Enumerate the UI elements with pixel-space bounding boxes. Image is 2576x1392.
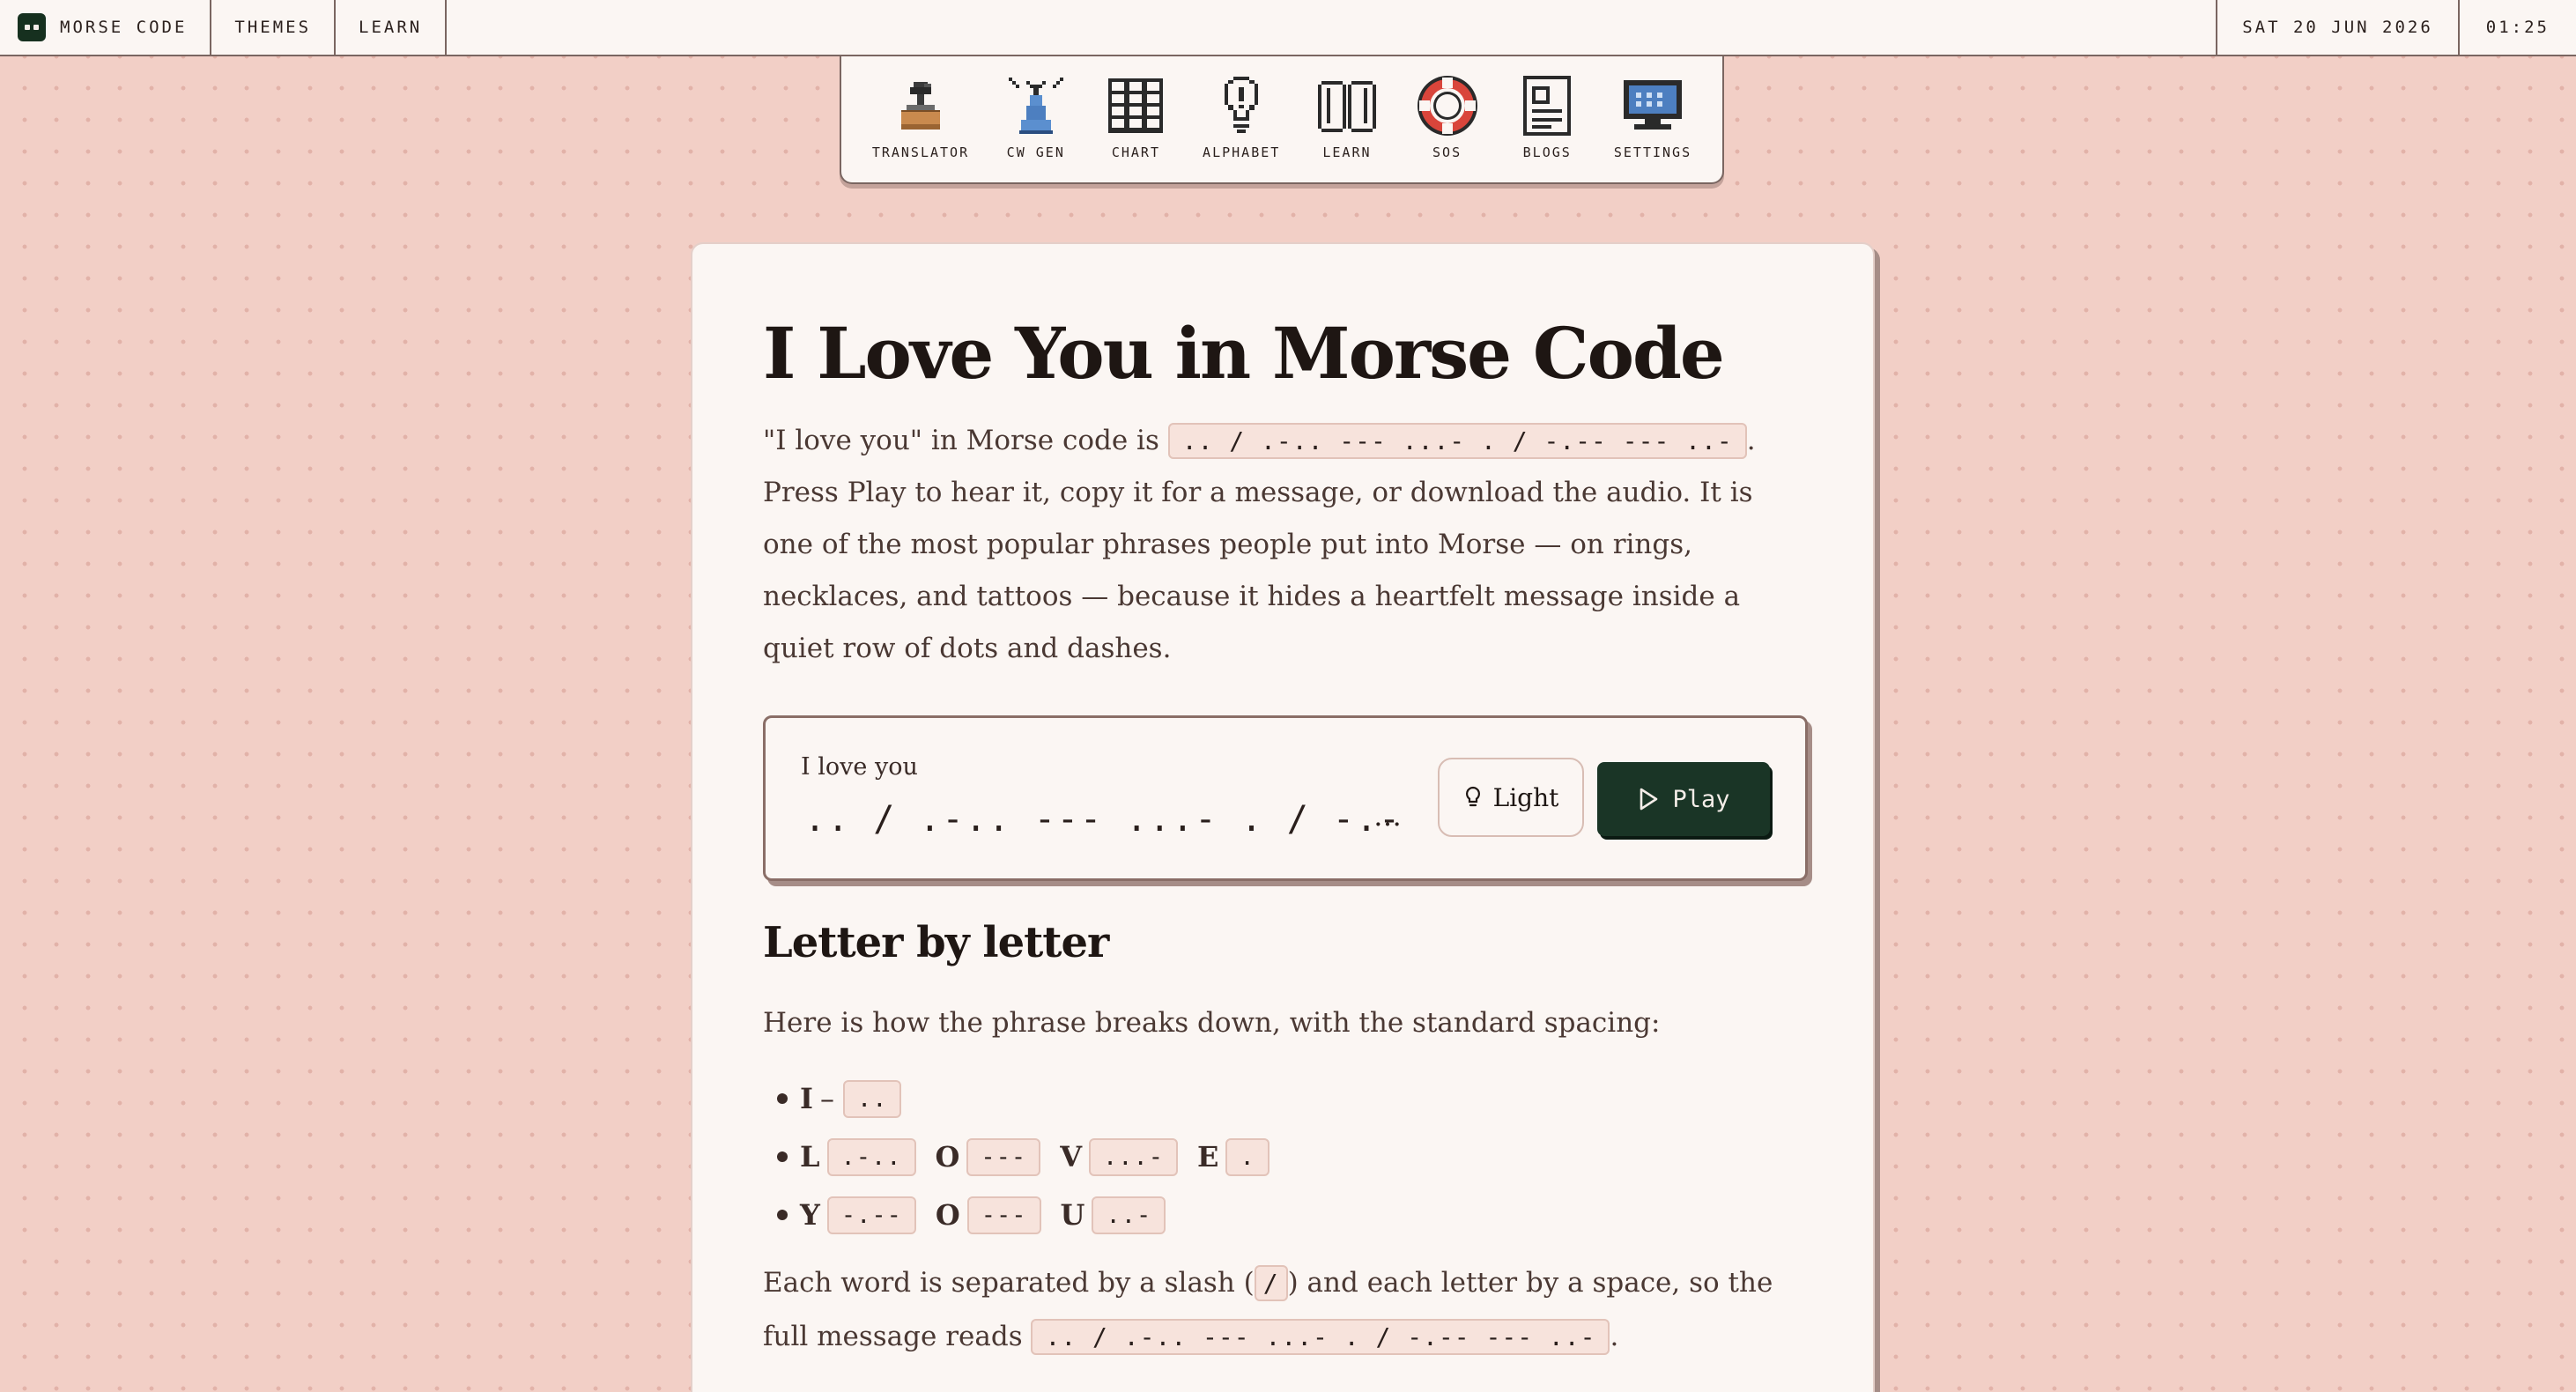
nav-link-themes[interactable]: THEMES — [211, 0, 337, 55]
clock-display: 01:25 — [2460, 0, 2576, 55]
list-item: I – .. — [777, 1070, 1802, 1128]
letter: V — [1060, 1140, 1083, 1174]
open-book-icon — [1314, 72, 1381, 139]
letter: I — [800, 1082, 813, 1115]
document-icon — [1514, 72, 1580, 139]
slash-code: / — [1254, 1265, 1288, 1301]
tool-dock: TRANSLATOR CW GEN CHART ALPHABET LEARN S… — [840, 56, 1724, 184]
dock-label: CHART — [1111, 144, 1160, 160]
list-item: Y -.-- O --- U ..- — [777, 1186, 1802, 1244]
intro-text: . Press Play to hear it, copy it for a m… — [763, 425, 1756, 664]
outro-text: Each word is separated by a slash ( — [763, 1267, 1255, 1299]
letter: U — [1060, 1198, 1085, 1232]
breakdown-outro: Each word is separated by a slash (/) an… — [763, 1256, 1802, 1364]
letter-code: .. — [842, 1079, 902, 1118]
list-item: L .-.. O --- V ...- E . — [777, 1128, 1802, 1186]
dock-label: SETTINGS — [1613, 144, 1692, 160]
telegraph-key-icon — [887, 72, 954, 139]
dock-item-learn[interactable]: LEARN — [1314, 72, 1381, 160]
letter-code: .-.. — [826, 1137, 916, 1176]
dock-item-chart[interactable]: CHART — [1102, 72, 1169, 160]
player-morse-output[interactable]: .. / .-.. --- ...- . / -.-- — [804, 799, 1403, 840]
letter-code: --- — [966, 1137, 1041, 1176]
nav-link-label: LEARN — [359, 18, 423, 37]
player-input-label: I love you — [801, 753, 918, 781]
morse-code-inline[interactable]: .. / .-.. --- ...- . / -.-- --- ..- — [1167, 423, 1747, 459]
letter-list: I – .. L .-.. O --- V ...- E . Y -.-- O … — [763, 1070, 1802, 1244]
dock-label: CW GEN — [1006, 144, 1065, 160]
breakdown-intro: Here is how the phrase breaks down, with… — [763, 1007, 1661, 1039]
bullet-dot — [777, 1210, 788, 1220]
dock-item-alphabet[interactable]: ALPHABET — [1203, 72, 1280, 160]
letter-code: ...- — [1089, 1137, 1179, 1176]
overflow-ellipsis: … — [1373, 799, 1402, 833]
letter-code: ..- — [1092, 1196, 1166, 1234]
dock-item-blogs[interactable]: BLOGS — [1514, 72, 1580, 160]
dock-label: LEARN — [1322, 144, 1372, 160]
dock-item-sos[interactable]: SOS — [1414, 72, 1481, 160]
date-text: SAT 20 JUN 2026 — [2242, 18, 2433, 37]
dock-item-translator[interactable]: TRANSLATOR — [872, 72, 969, 160]
letter-code: -.-- — [826, 1196, 916, 1234]
letter-code: --- — [966, 1196, 1041, 1234]
letter: L — [800, 1140, 820, 1174]
morse-logo-icon — [18, 13, 46, 41]
letter: O — [935, 1140, 960, 1174]
full-message-code[interactable]: .. / .-.. --- ...- . / -.-- --- ..- — [1031, 1319, 1610, 1355]
brand-name: MORSE CODE — [60, 18, 188, 37]
date-display: SAT 20 JUN 2026 — [2217, 0, 2460, 55]
section-heading: Letter by letter — [763, 918, 1109, 967]
bullet-dot — [777, 1151, 788, 1162]
top-bar-spacer — [447, 0, 2218, 55]
lightbulb-icon — [1208, 72, 1275, 139]
dock-label: SOS — [1432, 144, 1462, 160]
dock-item-settings[interactable]: SETTINGS — [1614, 72, 1691, 160]
grid-chart-icon — [1102, 72, 1169, 139]
page-title: I Love You in Morse Code — [763, 312, 1725, 395]
top-bar: MORSE CODE THEMES LEARN SAT 20 JUN 2026 … — [0, 0, 2576, 56]
light-toggle-button[interactable]: Light — [1438, 758, 1584, 837]
bullet-dot — [777, 1093, 788, 1104]
play-button[interactable]: Play — [1597, 762, 1770, 836]
radio-tower-icon — [1003, 72, 1070, 139]
dock-label: BLOGS — [1522, 144, 1572, 160]
intro-paragraph: "I love you" in Morse code is .. / .-.. … — [763, 415, 1802, 675]
dock-label: ALPHABET — [1203, 144, 1281, 160]
intro-text: "I love you" in Morse code is — [763, 425, 1168, 456]
time-text: 01:25 — [2485, 18, 2550, 37]
brand-link[interactable]: MORSE CODE — [0, 0, 212, 55]
nav-link-learn[interactable]: LEARN — [336, 0, 448, 55]
letter: Y — [800, 1198, 820, 1232]
monitor-icon — [1619, 72, 1686, 139]
play-button-label: Play — [1672, 785, 1730, 813]
play-icon — [1640, 788, 1658, 811]
outro-text: . — [1610, 1321, 1619, 1352]
article-card: I Love You in Morse Code "I love you" in… — [691, 242, 1875, 1392]
light-button-label: Light — [1492, 782, 1559, 812]
nav-link-label: THEMES — [234, 18, 312, 37]
letter: E — [1197, 1140, 1219, 1174]
life-ring-icon — [1414, 72, 1481, 139]
letter: O — [935, 1198, 960, 1232]
letter-code: . — [1225, 1137, 1269, 1176]
lightbulb-icon — [1465, 786, 1480, 807]
dock-item-cw-gen[interactable]: CW GEN — [1003, 72, 1070, 160]
separator-dash: – — [819, 1082, 834, 1115]
morse-player: I love you .. / .-.. --- ...- . / -.-- …… — [763, 715, 1808, 881]
dock-label: TRANSLATOR — [871, 144, 970, 160]
